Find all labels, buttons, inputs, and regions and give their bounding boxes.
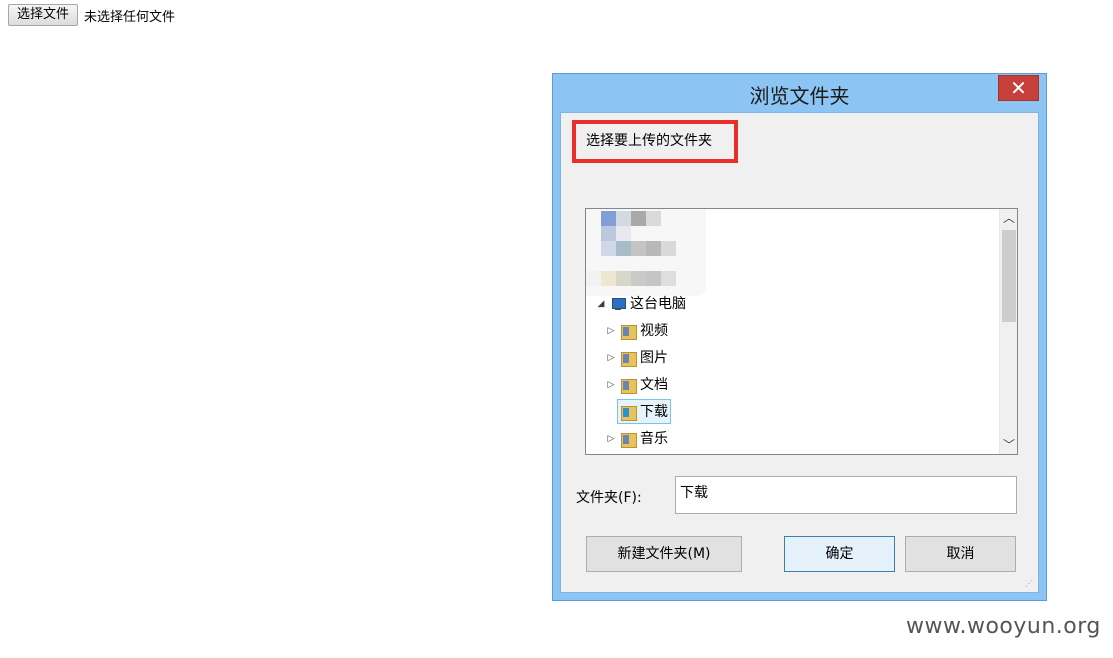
expand-triangle-icon[interactable]: ▷ <box>606 320 616 342</box>
close-button[interactable]: ✕ <box>998 75 1039 101</box>
expand-triangle-icon[interactable]: ▷ <box>606 428 616 450</box>
tree-item-documents[interactable]: ▷ 文档 <box>606 374 668 396</box>
collapse-triangle-icon[interactable]: ◢ <box>596 293 606 315</box>
tree-item-music[interactable]: ▷ 音乐 <box>606 428 668 450</box>
folder-music-icon <box>620 430 637 448</box>
tree-item-label: 图片 <box>640 350 668 366</box>
scrollbar-thumb[interactable] <box>1002 230 1016 322</box>
tree-item-videos[interactable]: ▷ 视频 <box>606 320 668 342</box>
browse-folder-dialog: 浏览文件夹 ✕ 选择要上传的文件夹 ◢ 这台电脑 ▷ 视频 ▷ 图片 ▷ 文档 … <box>552 73 1047 601</box>
resize-grip-icon[interactable]: ⋰ <box>1025 579 1035 589</box>
folder-field-label: 文件夹(F): <box>576 490 642 506</box>
folder-name-input[interactable]: 下载 <box>675 476 1017 514</box>
no-file-selected-text: 未选择任何文件 <box>84 9 176 25</box>
folder-videos-icon <box>620 322 637 340</box>
dialog-client-area: 选择要上传的文件夹 ◢ 这台电脑 ▷ 视频 ▷ 图片 ▷ 文档 下载 ▷ 音乐 … <box>560 112 1039 593</box>
tree-item-label: 下载 <box>640 403 668 420</box>
tree-item-label: 视频 <box>640 323 668 339</box>
folder-pictures-icon <box>620 349 637 367</box>
choose-file-button[interactable]: 选择文件 <box>8 4 79 26</box>
dialog-titlebar[interactable]: 浏览文件夹 ✕ <box>553 74 1046 112</box>
tree-item-label: 音乐 <box>640 431 668 447</box>
dialog-description: 选择要上传的文件夹 <box>572 120 738 163</box>
dialog-title: 浏览文件夹 <box>749 84 850 108</box>
expand-triangle-icon[interactable]: ▷ <box>606 347 616 369</box>
tree-item-this-pc[interactable]: ◢ 这台电脑 <box>596 293 686 315</box>
folder-documents-icon <box>620 376 637 394</box>
scroll-up-icon[interactable]: ︿ <box>1000 209 1017 227</box>
expand-triangle-icon[interactable]: ▷ <box>606 374 616 396</box>
cancel-button[interactable]: 取消 <box>905 536 1016 572</box>
ok-button[interactable]: 确定 <box>784 536 895 572</box>
tree-scrollbar[interactable]: ︿ ﹀ <box>999 209 1017 454</box>
computer-icon <box>610 295 626 313</box>
blurred-region <box>586 209 706 296</box>
scroll-down-icon[interactable]: ﹀ <box>1000 436 1017 454</box>
tree-item-downloads[interactable]: 下载 <box>617 399 671 424</box>
folder-downloads-icon <box>620 403 637 421</box>
file-input-row: 选择文件 未选择任何文件 <box>8 4 175 26</box>
folder-tree[interactable]: ◢ 这台电脑 ▷ 视频 ▷ 图片 ▷ 文档 下载 ▷ 音乐 ︿ ﹀ <box>585 208 1018 455</box>
new-folder-button[interactable]: 新建文件夹(M) <box>586 536 742 572</box>
watermark-text: www.wooyun.org <box>906 614 1101 639</box>
close-icon: ✕ <box>1010 76 1027 100</box>
tree-item-label: 这台电脑 <box>630 296 686 312</box>
tree-item-label: 文档 <box>640 377 668 393</box>
tree-item-pictures[interactable]: ▷ 图片 <box>606 347 668 369</box>
